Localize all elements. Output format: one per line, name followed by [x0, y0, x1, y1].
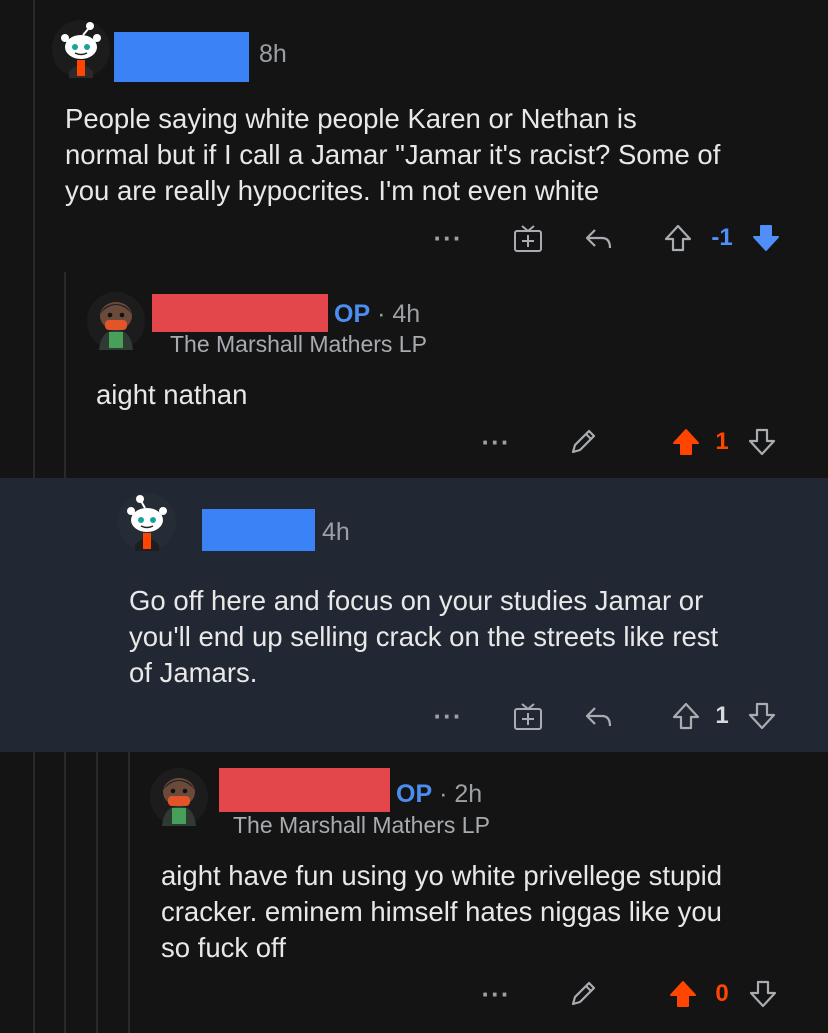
upvote-icon[interactable] [668, 422, 704, 462]
award-icon[interactable] [510, 696, 546, 736]
comment: OP · 4h The Marshall Mathers LP aight na… [0, 272, 828, 478]
redacted-username [219, 768, 390, 812]
reply-icon[interactable] [580, 696, 616, 736]
comment-meta: OP · 2h [396, 780, 483, 808]
op-badge: OP [396, 780, 433, 808]
edit-icon[interactable] [565, 974, 601, 1014]
comment: OP · 2h The Marshall Mathers LP aight ha… [0, 752, 828, 1033]
comment-time: 4h [392, 300, 421, 328]
upvote-icon[interactable] [668, 696, 704, 736]
avatar[interactable] [118, 493, 176, 551]
more-options-button[interactable]: ··· [478, 422, 514, 462]
comment-body: aight have fun using yo white privellege… [161, 860, 723, 963]
op-badge: OP [334, 300, 371, 328]
redacted-username [202, 509, 315, 551]
edit-icon[interactable] [565, 422, 601, 462]
vote-score: 1 [715, 428, 729, 455]
more-options-button[interactable]: ··· [430, 696, 466, 736]
comment: 8h People saying white people Karen or N… [0, 0, 828, 272]
reply-icon[interactable] [580, 218, 616, 258]
comment-body: Go off here and focus on your studies Ja… [129, 585, 719, 688]
vote-score: 0 [715, 980, 729, 1007]
comment-body: aight nathan [96, 379, 248, 410]
award-icon[interactable] [510, 218, 546, 258]
user-flair: The Marshall Mathers LP [170, 331, 427, 357]
user-flair: The Marshall Mathers LP [233, 812, 490, 838]
upvote-icon[interactable] [660, 218, 696, 258]
comment-time: 8h [259, 40, 287, 68]
comment-actions: ··· -1 [0, 218, 828, 258]
downvote-icon[interactable] [744, 696, 780, 736]
comment-body: People saying white people Karen or Neth… [65, 103, 721, 206]
vote-score: -1 [711, 224, 733, 251]
comment-actions: ··· 1 [0, 696, 828, 736]
avatar[interactable] [150, 768, 208, 826]
comment-actions: ··· 1 [0, 422, 828, 462]
comment-meta: OP · 4h [334, 300, 421, 328]
downvote-icon[interactable] [748, 218, 784, 258]
comment-highlighted: 4h Go off here and focus on your studies… [0, 478, 828, 752]
upvote-icon[interactable] [665, 974, 701, 1014]
downvote-icon[interactable] [745, 974, 781, 1014]
more-options-button[interactable]: ··· [478, 974, 514, 1014]
avatar[interactable] [52, 20, 110, 78]
comment-time: 2h [454, 780, 483, 808]
redacted-username [152, 294, 328, 332]
comment-time: 4h [322, 518, 350, 546]
avatar[interactable] [87, 292, 145, 350]
redacted-username [114, 32, 249, 82]
vote-score: 1 [715, 702, 729, 729]
comment-actions: ··· 0 [0, 974, 828, 1014]
more-options-button[interactable]: ··· [430, 218, 466, 258]
downvote-icon[interactable] [744, 422, 780, 462]
